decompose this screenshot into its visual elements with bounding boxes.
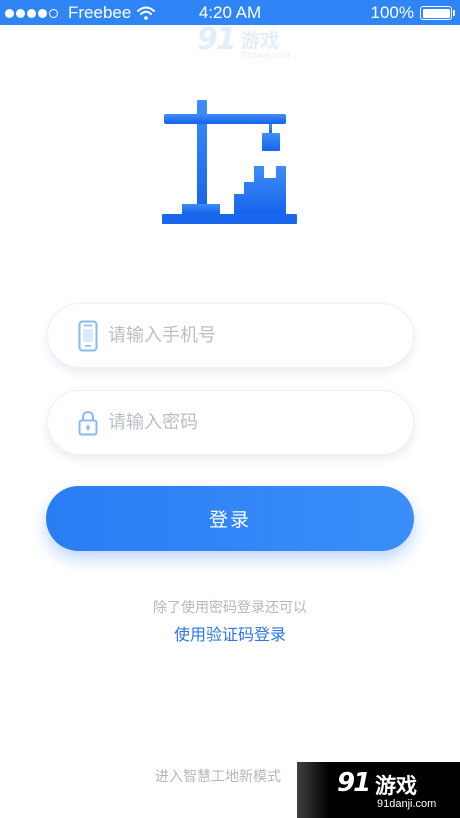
phone-icon [78, 320, 98, 351]
watermark-text: 游戏 [375, 774, 417, 798]
watermark-logo-top: 91 游戏 91danji.com [197, 22, 307, 64]
phone-field [47, 303, 414, 368]
battery-icon [420, 6, 455, 20]
battery-percentage: 100% [370, 3, 414, 22]
enter-smart-site-mode-link[interactable]: 进入智慧工地新模式 [155, 766, 281, 786]
app-logo-crane-icon [162, 100, 297, 224]
battery-fill [422, 8, 450, 18]
watermark-logo-bottom: 91 游戏 91danji.com [297, 762, 460, 818]
password-input[interactable] [108, 391, 389, 454]
watermark-number: 91 [197, 22, 237, 57]
watermark-url: 91danji.com [377, 798, 437, 810]
sms-code-login-link[interactable]: 使用验证码登录 [0, 621, 460, 645]
watermark-number: 91 [337, 768, 371, 798]
phone-input[interactable] [108, 304, 389, 367]
watermark-url: 91danji.com [241, 50, 290, 60]
password-field [47, 390, 414, 455]
watermark-text: 游戏 [241, 30, 280, 52]
login-button[interactable]: 登录 [46, 486, 414, 551]
lock-icon [78, 410, 98, 435]
status-right: 100% [370, 3, 455, 23]
alt-login-hint: 除了使用密码登录还可以 [153, 600, 307, 616]
